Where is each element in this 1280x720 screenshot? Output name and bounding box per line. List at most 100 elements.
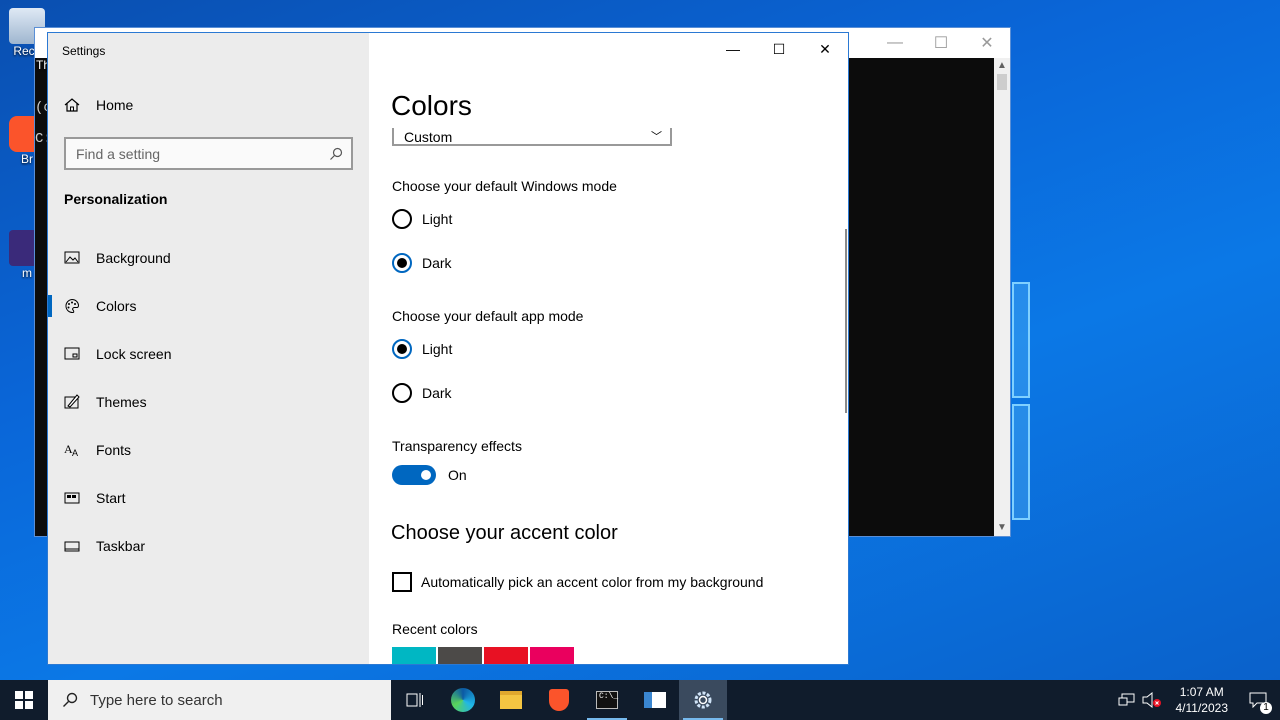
- network-icon[interactable]: [1118, 692, 1136, 708]
- sidebar-item-lock-screen[interactable]: Lock screen: [48, 334, 369, 374]
- windows-mode-dark-radio[interactable]: Dark: [392, 253, 452, 273]
- radio-label: Light: [422, 341, 453, 357]
- taskbar-search-placeholder: Type here to search: [90, 691, 223, 709]
- taskbar-search-box[interactable]: Type here to search: [48, 680, 391, 720]
- volume-muted-icon[interactable]: [1142, 692, 1162, 708]
- app-mode-label: Choose your default app mode: [392, 308, 584, 324]
- window-title: Settings: [62, 44, 106, 58]
- radio-circle-selected: [392, 253, 412, 273]
- color-swatch[interactable]: [392, 647, 436, 664]
- close-icon[interactable]: ✕: [964, 33, 1010, 53]
- lock-screen-icon: [64, 347, 80, 360]
- color-swatch[interactable]: [530, 647, 574, 664]
- toggle-state-label: On: [448, 467, 467, 483]
- radio-label: Light: [422, 211, 453, 227]
- settings-nav-pane: Settings Home Find a setting Personaliza…: [48, 33, 369, 664]
- scroll-down-icon[interactable]: ▼: [994, 520, 1010, 536]
- recent-colors-label: Recent colors: [392, 621, 478, 637]
- settings-content-pane: — ☐ ✕ Colors Custom ﹀ Choose your defaul…: [369, 33, 848, 664]
- sidebar-item-background[interactable]: Background: [48, 238, 369, 278]
- radio-circle: [392, 383, 412, 403]
- sidebar-item-fonts[interactable]: AA Fonts: [48, 430, 369, 470]
- nav-home[interactable]: Home: [64, 97, 133, 113]
- transparency-toggle[interactable]: On: [392, 465, 467, 485]
- news-icon: [644, 692, 666, 708]
- content-scrollbar[interactable]: [845, 229, 847, 413]
- sidebar-item-colors[interactable]: Colors: [48, 286, 369, 326]
- home-icon: [64, 98, 80, 112]
- find-setting-placeholder: Find a setting: [76, 145, 161, 162]
- windows-mode-light-radio[interactable]: Light: [392, 209, 452, 229]
- system-tray: 1:07 AM 4/11/2023 1: [1118, 680, 1280, 720]
- color-swatch[interactable]: [438, 647, 482, 664]
- app-mode-light-radio[interactable]: Light: [392, 339, 452, 359]
- sidebar-item-label: Background: [96, 250, 171, 266]
- recent-colors-swatches: [392, 647, 574, 664]
- maximize-icon[interactable]: ☐: [918, 33, 964, 53]
- news-button[interactable]: [631, 680, 679, 720]
- settings-window[interactable]: Settings Home Find a setting Personaliza…: [47, 32, 849, 665]
- sidebar-item-label: Fonts: [96, 442, 132, 458]
- clock-time: 1:07 AM: [1179, 685, 1224, 699]
- windows-mode-label: Choose your default Windows mode: [392, 178, 617, 194]
- sidebar-item-label: Start: [96, 490, 126, 506]
- file-explorer-button[interactable]: [487, 680, 535, 720]
- file-explorer-icon: [500, 691, 522, 709]
- close-icon[interactable]: ✕: [802, 33, 848, 65]
- settings-icon: [694, 691, 712, 709]
- search-icon: [63, 692, 78, 707]
- radio-circle: [392, 209, 412, 229]
- brave-button[interactable]: [535, 680, 583, 720]
- windows-logo-wallpaper: [1012, 282, 1030, 522]
- task-view-icon: [406, 693, 423, 707]
- sidebar-item-label: Taskbar: [96, 538, 146, 554]
- minimize-icon[interactable]: —: [872, 34, 918, 52]
- settings-taskbar-button[interactable]: [679, 680, 727, 720]
- edge-icon: [451, 688, 475, 712]
- color-swatch[interactable]: [484, 647, 528, 664]
- auto-accent-checkbox[interactable]: Automatically pick an accent color from …: [392, 572, 763, 592]
- sidebar-item-label: Colors: [96, 298, 137, 314]
- sidebar-item-themes[interactable]: Themes: [48, 382, 369, 422]
- scroll-up-icon[interactable]: ▲: [994, 58, 1010, 74]
- brave-icon: [549, 689, 569, 711]
- sidebar-item-start[interactable]: Start: [48, 478, 369, 518]
- clock[interactable]: 1:07 AM 4/11/2023: [1168, 684, 1237, 716]
- transparency-label: Transparency effects: [392, 438, 522, 454]
- toggle-switch[interactable]: [392, 465, 436, 485]
- sidebar-item-taskbar[interactable]: Taskbar: [48, 526, 369, 566]
- console-scrollbar[interactable]: ▲ ▼: [994, 58, 1010, 536]
- radio-circle-selected: [392, 339, 412, 359]
- chevron-down-icon: ﹀: [651, 131, 662, 143]
- clock-date: 4/11/2023: [1175, 701, 1229, 715]
- themes-icon: [64, 394, 80, 409]
- app-mode-dark-radio[interactable]: Dark: [392, 383, 452, 403]
- edge-button[interactable]: [439, 680, 487, 720]
- checkbox-label: Automatically pick an accent color from …: [421, 574, 764, 590]
- choose-color-dropdown[interactable]: Custom ﹀: [392, 128, 672, 146]
- sidebar-item-label: Themes: [96, 394, 147, 410]
- svg-text:A: A: [72, 448, 78, 458]
- page-title: Colors: [391, 90, 472, 121]
- search-icon: [330, 147, 343, 160]
- fonts-icon: AA: [64, 442, 78, 458]
- radio-label: Dark: [422, 385, 452, 401]
- start-button[interactable]: [0, 680, 48, 720]
- start-icon: [64, 492, 80, 504]
- action-center-button[interactable]: 1: [1236, 680, 1280, 720]
- sidebar-item-label: Lock screen: [96, 346, 172, 362]
- section-title: Personalization: [64, 191, 168, 207]
- taskbar: Type here to search C:\_ 1:07 AM 4/11/20…: [0, 680, 1280, 720]
- radio-label: Dark: [422, 255, 452, 271]
- image-icon: [64, 251, 80, 264]
- maximize-icon[interactable]: ☐: [756, 33, 802, 65]
- accent-color-heading: Choose your accent color: [391, 522, 618, 544]
- find-setting-input[interactable]: Find a setting: [64, 137, 353, 170]
- checkbox-box[interactable]: [392, 572, 412, 592]
- minimize-icon[interactable]: —: [710, 33, 756, 65]
- terminal-icon: C:\_: [596, 691, 618, 709]
- windows-start-icon: [15, 691, 33, 709]
- task-view-button[interactable]: [391, 680, 439, 720]
- terminal-button[interactable]: C:\_: [583, 680, 631, 720]
- scroll-thumb[interactable]: [997, 74, 1007, 90]
